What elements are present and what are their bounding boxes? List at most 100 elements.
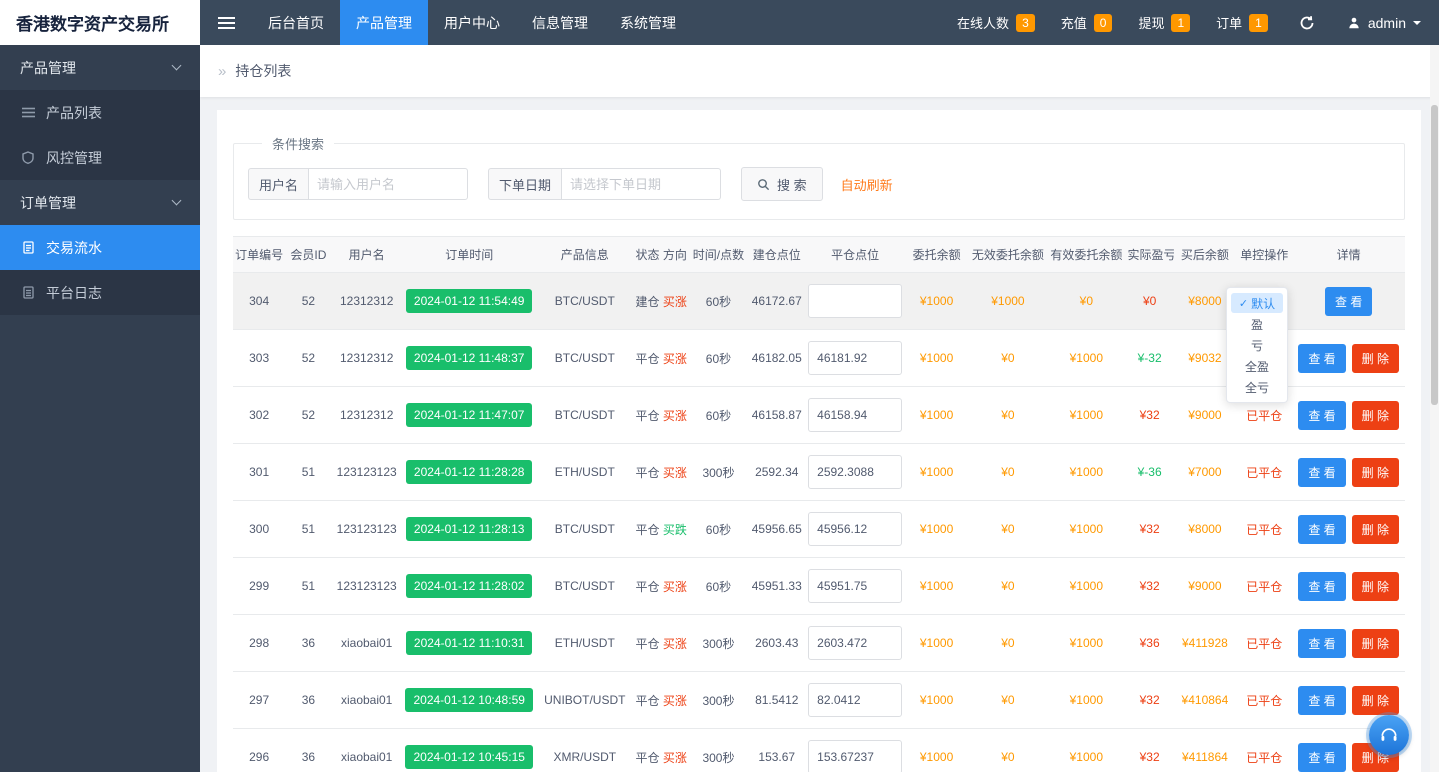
- nav-user-center[interactable]: 用户中心: [428, 0, 516, 45]
- control-option[interactable]: 全盈: [1231, 356, 1283, 376]
- order-id: 303: [249, 351, 269, 365]
- table-row: 299511231231232024-01-12 11:28:02BTC/USD…: [233, 558, 1405, 615]
- view-button[interactable]: 查 看: [1298, 686, 1345, 715]
- stat-withdraw[interactable]: 提现 1: [1125, 0, 1203, 45]
- delete-button[interactable]: 删 除: [1352, 515, 1399, 544]
- position-status: 平仓: [635, 409, 659, 423]
- view-button[interactable]: 查 看: [1325, 287, 1372, 316]
- entrust-amount: ¥1000: [920, 522, 953, 536]
- sidebar-group-label: 产品管理: [20, 58, 76, 78]
- close-price-input[interactable]: [808, 284, 902, 318]
- search-button[interactable]: 搜 索: [741, 167, 823, 201]
- delete-button[interactable]: 删 除: [1352, 629, 1399, 658]
- nav-info-management[interactable]: 信息管理: [516, 0, 604, 45]
- order-date-input[interactable]: [561, 168, 721, 200]
- column-header: 买后余额: [1174, 237, 1236, 273]
- row-username: 123123123: [337, 522, 397, 536]
- product-pair: BTC/USDT: [555, 522, 615, 536]
- product-pair: BTC/USDT: [555, 351, 615, 365]
- order-time-button[interactable]: 2024-01-12 11:28:13: [406, 517, 533, 541]
- open-price: 2603.43: [755, 636, 798, 650]
- close-price-input[interactable]: [808, 683, 902, 717]
- view-button[interactable]: 查 看: [1298, 458, 1345, 487]
- order-time-button[interactable]: 2024-01-12 11:54:49: [406, 289, 533, 313]
- column-header: 委托余额: [904, 237, 968, 273]
- sidebar-item-trade-flow[interactable]: 交易流水: [0, 225, 200, 270]
- sidebar-item-platform-log[interactable]: 平台日志: [0, 270, 200, 315]
- document-icon: [20, 241, 36, 254]
- order-time-button[interactable]: 2024-01-12 10:48:59: [405, 688, 532, 712]
- delete-button[interactable]: 删 除: [1352, 458, 1399, 487]
- order-time-button[interactable]: 2024-01-12 11:47:07: [406, 403, 533, 427]
- sidebar-group-product-management[interactable]: 产品管理: [0, 45, 200, 90]
- order-time-button[interactable]: 2024-01-12 11:28:28: [406, 460, 533, 484]
- column-header: 时间/点数: [689, 237, 747, 273]
- delete-button[interactable]: 删 除: [1352, 572, 1399, 601]
- auto-refresh-link[interactable]: 自动刷新: [841, 175, 893, 194]
- control-option[interactable]: 亏: [1231, 335, 1283, 355]
- page-scrollbar[interactable]: [1430, 45, 1439, 772]
- search-legend: 条件搜索: [262, 134, 334, 153]
- direction-label: 买涨: [663, 580, 687, 594]
- view-button[interactable]: 查 看: [1298, 401, 1345, 430]
- column-header: 详情: [1292, 237, 1405, 273]
- control-option[interactable]: 盈: [1231, 314, 1283, 334]
- control-option[interactable]: ✓默认: [1231, 293, 1283, 313]
- view-button[interactable]: 查 看: [1298, 515, 1345, 544]
- sidebar-group-order-management[interactable]: 订单管理: [0, 180, 200, 225]
- online-count-badge: 3: [1016, 14, 1035, 32]
- nav-dashboard[interactable]: 后台首页: [252, 0, 340, 45]
- close-price-input[interactable]: [808, 398, 902, 432]
- chevron-down-icon: [172, 196, 182, 206]
- order-time-button[interactable]: 2024-01-12 10:45:15: [405, 745, 532, 769]
- refresh-button[interactable]: [1281, 0, 1333, 45]
- customer-service-button[interactable]: [1369, 715, 1409, 755]
- stat-online-users[interactable]: 在线人数 3: [944, 0, 1048, 45]
- view-button[interactable]: 查 看: [1298, 344, 1345, 373]
- order-time-button[interactable]: 2024-01-12 11:10:31: [406, 631, 533, 655]
- menu-toggle-icon[interactable]: [200, 0, 252, 45]
- control-option[interactable]: 全亏: [1231, 377, 1283, 397]
- close-price-input[interactable]: [808, 740, 902, 772]
- view-button[interactable]: 查 看: [1298, 572, 1345, 601]
- valid-entrust-amount: ¥1000: [1070, 750, 1103, 764]
- refresh-icon: [1299, 15, 1315, 31]
- profit-amount: ¥32: [1140, 522, 1160, 536]
- control-status: 已平仓: [1246, 523, 1282, 537]
- delete-button[interactable]: 删 除: [1352, 401, 1399, 430]
- sidebar-item-product-list[interactable]: 产品列表: [0, 90, 200, 135]
- order-time-button[interactable]: 2024-01-12 11:28:02: [406, 574, 533, 598]
- after-balance: ¥9000: [1188, 579, 1221, 593]
- invalid-entrust-amount: ¥1000: [991, 294, 1024, 308]
- entrust-amount: ¥1000: [920, 750, 953, 764]
- view-button[interactable]: 查 看: [1298, 743, 1345, 772]
- order-date-field-label: 下单日期: [488, 168, 561, 200]
- delete-button[interactable]: 删 除: [1352, 344, 1399, 373]
- direction-label: 买涨: [663, 637, 687, 651]
- stat-recharge[interactable]: 充值 0: [1048, 0, 1126, 45]
- username-input[interactable]: [308, 168, 468, 200]
- control-status: 已平仓: [1246, 751, 1282, 765]
- column-header: 实际盈亏: [1126, 237, 1174, 273]
- user-menu[interactable]: admin: [1333, 0, 1439, 45]
- nav-product-management[interactable]: 产品管理: [340, 0, 428, 45]
- close-price-input[interactable]: [808, 455, 902, 489]
- close-price-input[interactable]: [808, 512, 902, 546]
- period: 60秒: [706, 352, 731, 366]
- close-price-input[interactable]: [808, 341, 902, 375]
- stat-orders[interactable]: 订单 1: [1203, 0, 1281, 45]
- sidebar-item-label: 交易流水: [46, 238, 102, 258]
- order-time-button[interactable]: 2024-01-12 11:48:37: [406, 346, 533, 370]
- nav-system-management[interactable]: 系统管理: [604, 0, 692, 45]
- product-pair: ETH/USDT: [555, 636, 615, 650]
- search-button-label: 搜 索: [777, 175, 807, 194]
- sidebar-item-risk-management[interactable]: 风控管理: [0, 135, 200, 180]
- delete-button[interactable]: 删 除: [1352, 686, 1399, 715]
- breadcrumb: » 持仓列表: [200, 45, 1439, 97]
- headset-icon: [1379, 725, 1399, 745]
- close-price-input[interactable]: [808, 626, 902, 660]
- close-price-input[interactable]: [808, 569, 902, 603]
- scrollbar-thumb[interactable]: [1431, 105, 1438, 405]
- view-button[interactable]: 查 看: [1298, 629, 1345, 658]
- control-status: 已平仓: [1246, 694, 1282, 708]
